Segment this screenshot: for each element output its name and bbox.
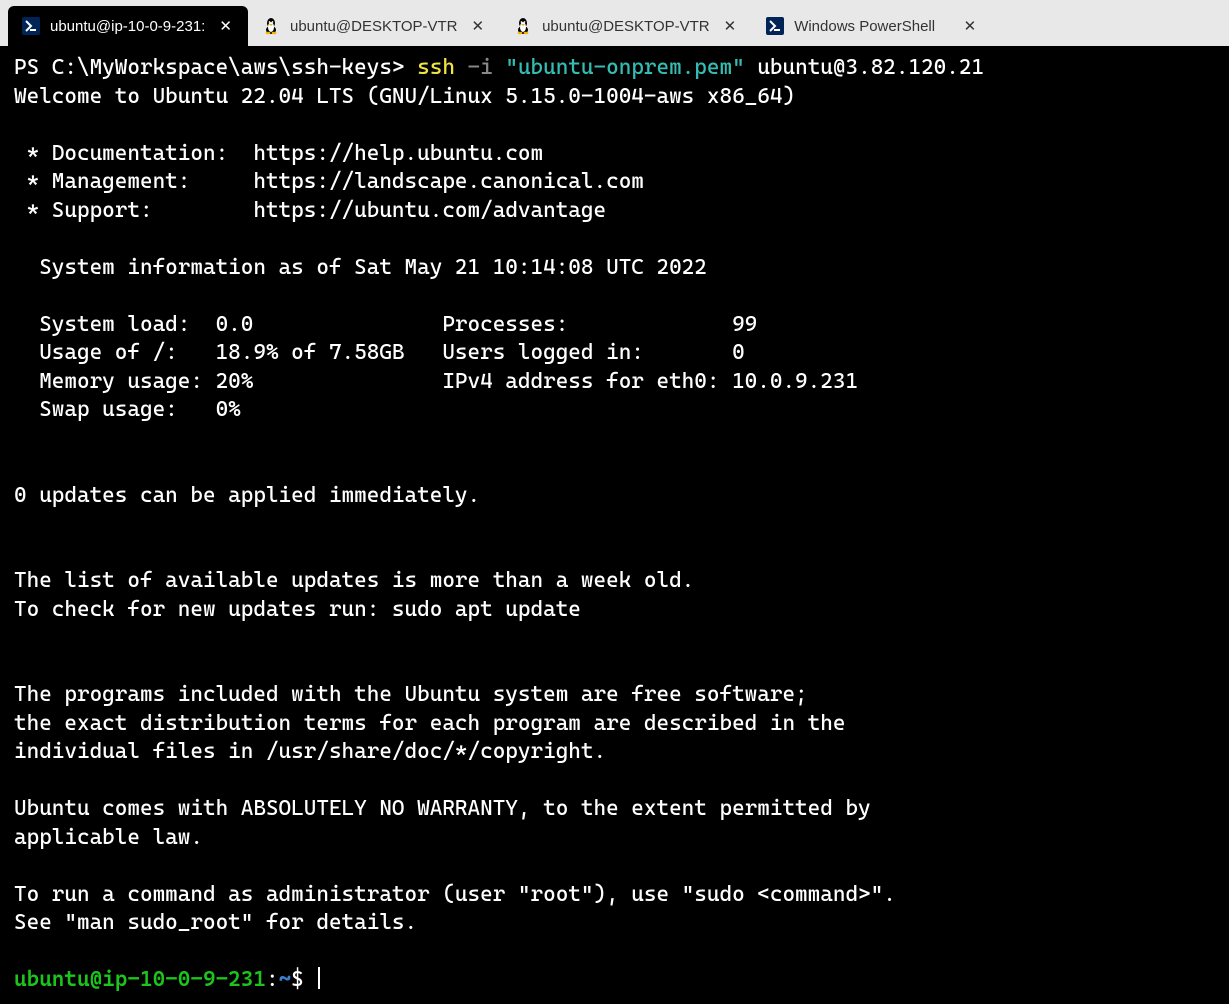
doc-url: https://help.ubuntu.com [253, 141, 543, 166]
tux-icon [514, 17, 532, 35]
terminal-window: ubuntu@ip-10-0-9-231: ✕ ubuntu@DESKTOP-V… [0, 0, 1229, 1004]
tux-icon [262, 17, 280, 35]
sysinfo-row: Swap usage: 0% [14, 397, 241, 422]
tab-title: ubuntu@ip-10-0-9-231: [50, 18, 205, 35]
cursor [318, 967, 320, 989]
powershell-icon [766, 17, 784, 35]
tab-1[interactable]: ubuntu@ip-10-0-9-231: ✕ [8, 6, 248, 46]
close-icon[interactable]: ✕ [215, 17, 236, 36]
prompt-sigil: $ [291, 967, 316, 992]
sysinfo-row: System load: 0.0 Processes: 99 [14, 312, 757, 337]
tab-title: ubuntu@DESKTOP-VTR [290, 18, 458, 35]
terminal-body[interactable]: PS C:\MyWorkspace\aws\ssh-keys> ssh -i "… [0, 46, 1229, 1004]
sysinfo-row: Usage of /: 18.9% of 7.58GB Users logged… [14, 340, 745, 365]
legal-line: individual files in /usr/share/doc/*/cop… [14, 739, 606, 764]
updates-stale-line: The list of available updates is more th… [14, 568, 694, 593]
legal-line: The programs included with the Ubuntu sy… [14, 682, 808, 707]
doc-label: * Documentation: [14, 141, 253, 166]
cmd-ssh: ssh [417, 55, 455, 80]
updates-line: 0 updates can be applied immediately. [14, 483, 480, 508]
sup-url: https://ubuntu.com/advantage [253, 198, 606, 223]
updates-stale-line: To check for new updates run: sudo apt u… [14, 597, 581, 622]
legal-line: applicable law. [14, 825, 203, 850]
tab-2[interactable]: ubuntu@DESKTOP-VTR ✕ [248, 6, 500, 46]
close-icon[interactable]: ✕ [720, 17, 741, 36]
prompt-userhost: ubuntu@ip-10-0-9-231 [14, 967, 266, 992]
tab-4[interactable]: Windows PowerShell ✕ [752, 6, 992, 46]
powershell-icon [22, 17, 40, 35]
sup-label: * Support: [14, 198, 253, 223]
sudo-hint-line: See "man sudo_root" for details. [14, 910, 417, 935]
sysinfo-header: System information as of Sat May 21 10:1… [14, 255, 707, 280]
ps-prompt: PS C:\MyWorkspace\aws\ssh-keys> [14, 55, 417, 80]
man-url: https://landscape.canonical.com [253, 169, 644, 194]
man-label: * Management: [14, 169, 253, 194]
sudo-hint-line: To run a command as administrator (user … [14, 882, 896, 907]
welcome-line: Welcome to Ubuntu 22.04 LTS (GNU/Linux 5… [14, 84, 795, 109]
prompt-path: ~ [279, 967, 292, 992]
tab-title: Windows PowerShell [794, 18, 949, 35]
prompt-colon: : [266, 967, 279, 992]
legal-line: the exact distribution terms for each pr… [14, 711, 845, 736]
cmd-dest: ubuntu@3.82.120.21 [757, 55, 984, 80]
close-icon[interactable]: ✕ [960, 17, 981, 36]
tab-3[interactable]: ubuntu@DESKTOP-VTR ✕ [500, 6, 752, 46]
close-icon[interactable]: ✕ [468, 17, 489, 36]
tab-bar: ubuntu@ip-10-0-9-231: ✕ ubuntu@DESKTOP-V… [0, 0, 1229, 46]
tab-title: ubuntu@DESKTOP-VTR [542, 18, 710, 35]
cmd-flag: -i [468, 55, 493, 80]
cmd-key: "ubuntu-onprem.pem" [505, 55, 744, 80]
sysinfo-row: Memory usage: 20% IPv4 address for eth0:… [14, 369, 858, 394]
legal-line: Ubuntu comes with ABSOLUTELY NO WARRANTY… [14, 796, 871, 821]
